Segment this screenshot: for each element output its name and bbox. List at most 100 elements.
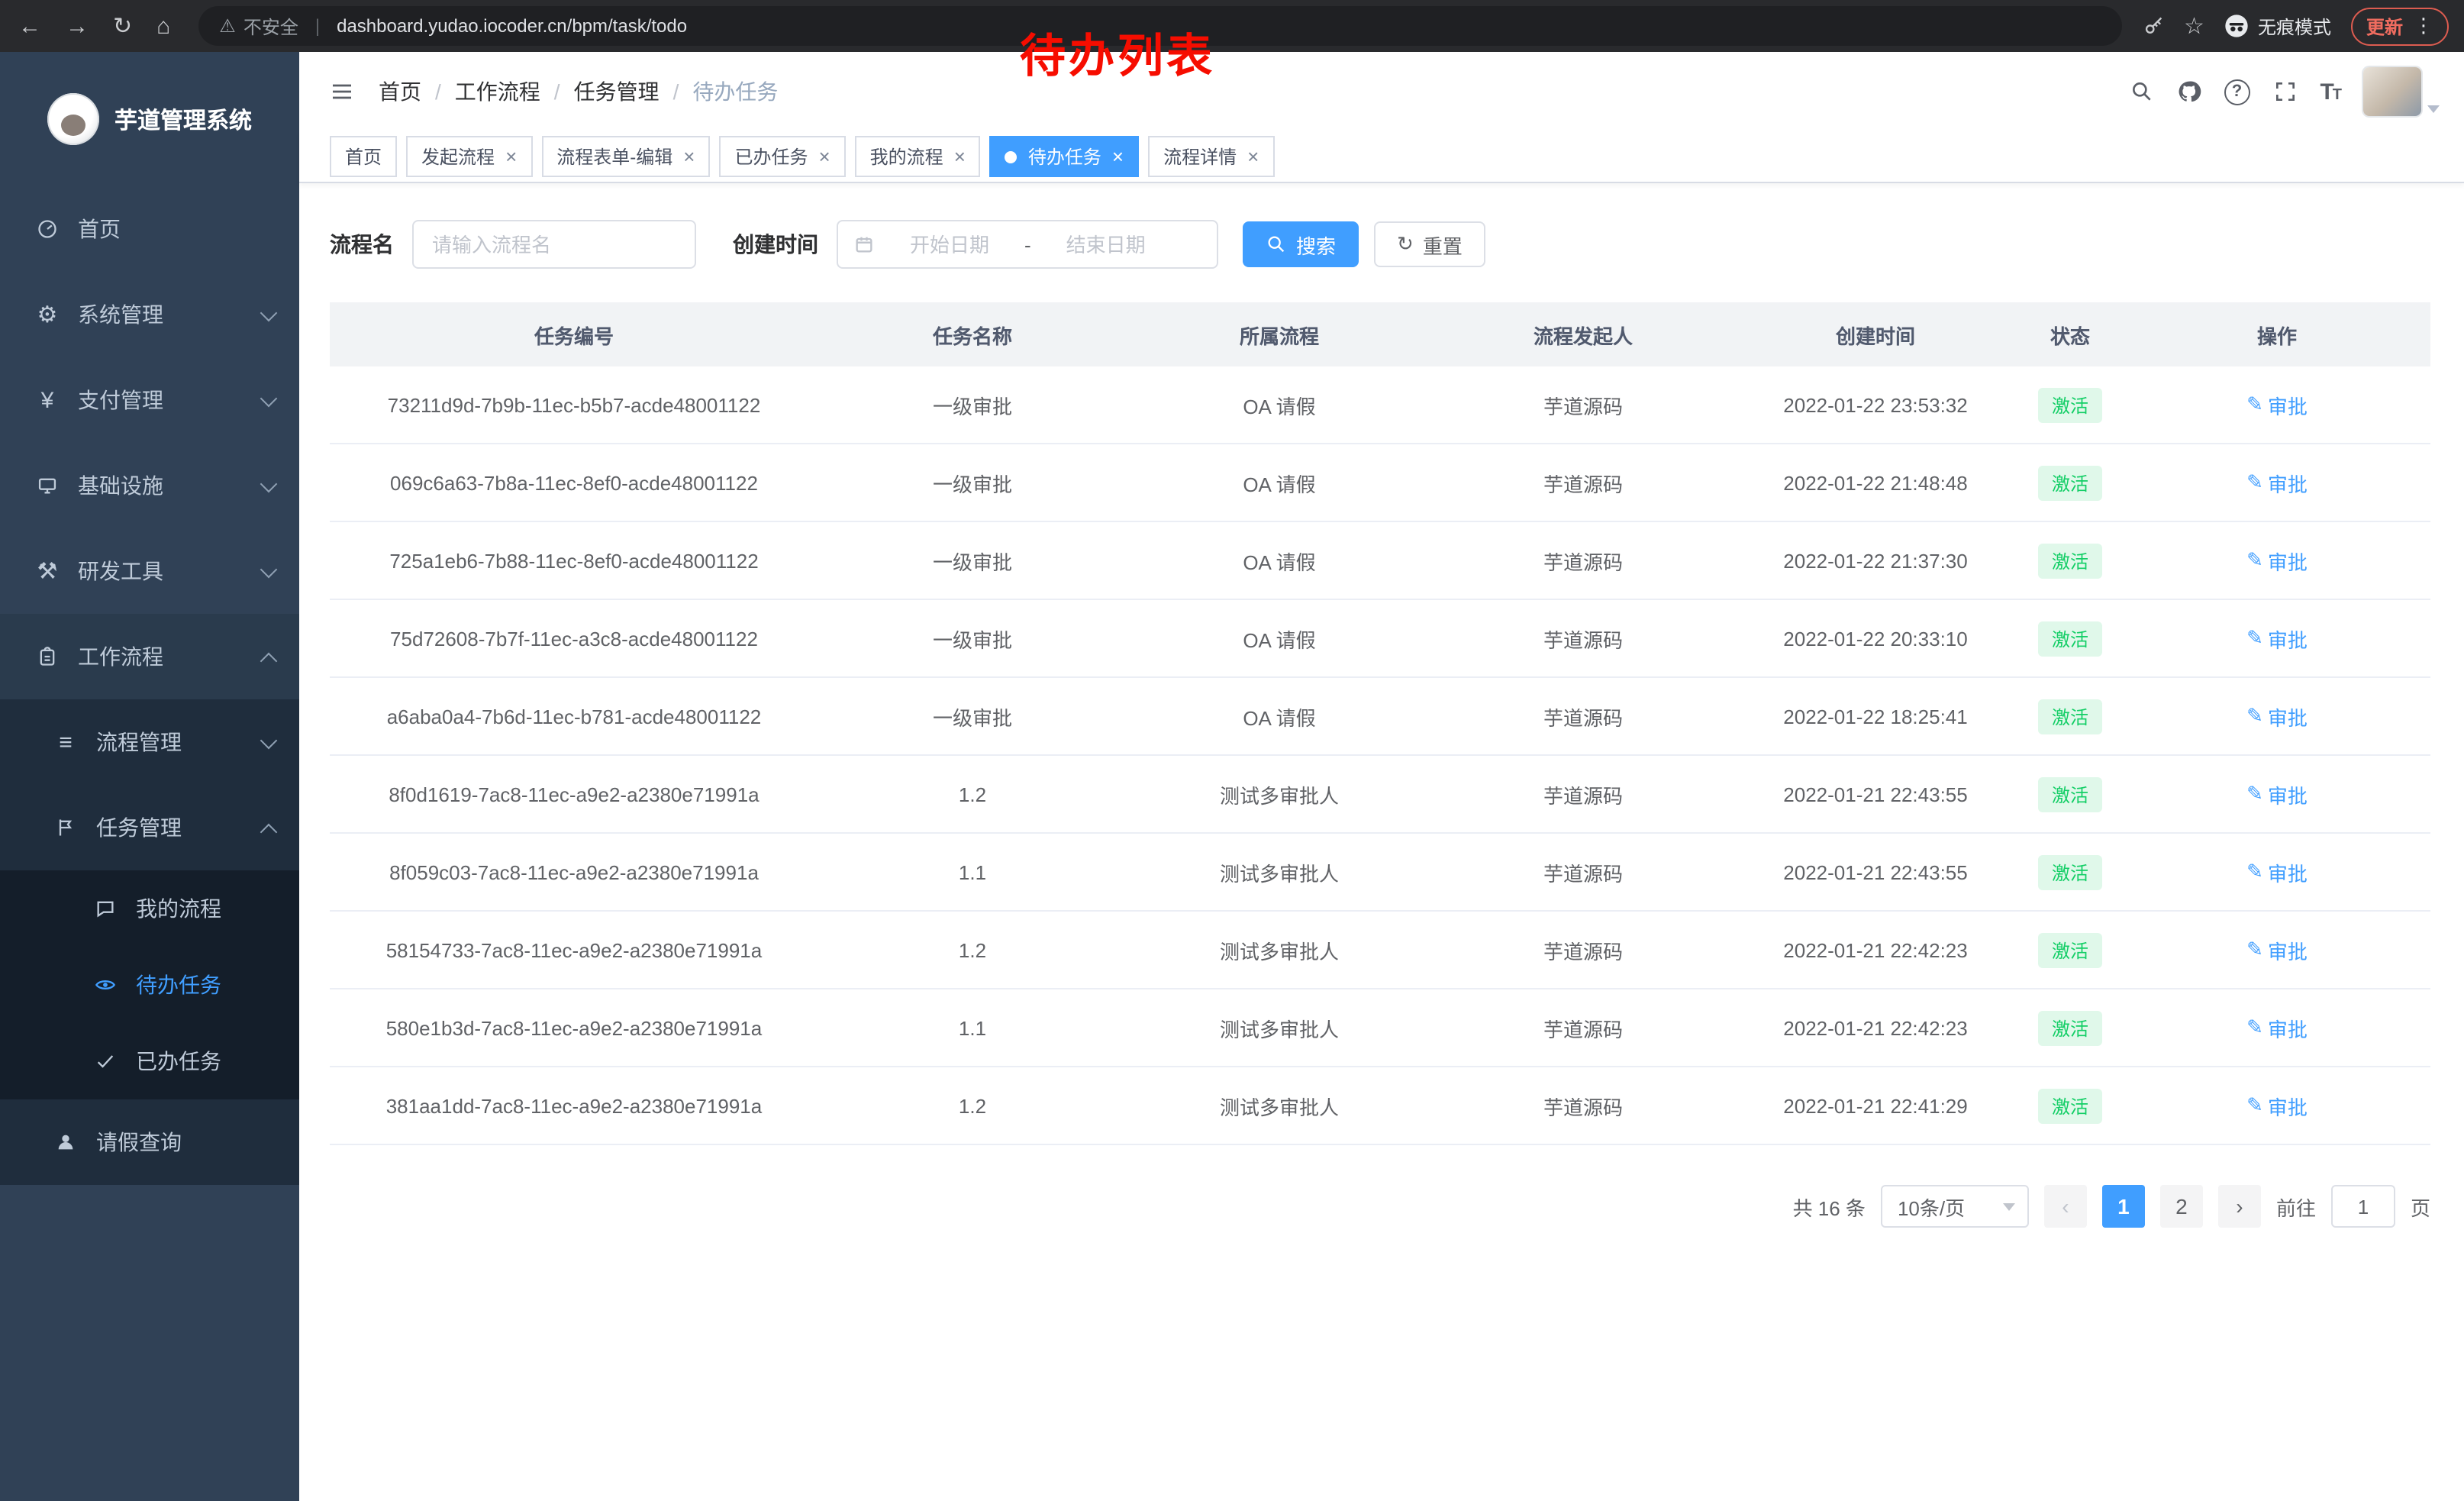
status-badge: 激活 [2038, 776, 2102, 812]
cell-process: 测试多审批人 [1127, 911, 1432, 989]
chrome-menu-icon[interactable]: ⋮ [2414, 14, 2433, 38]
sidebar-collapse-icon[interactable] [330, 79, 354, 104]
search-icon[interactable] [2129, 79, 2153, 104]
cell-task-id: 381aa1dd-7ac8-11ec-a9e2-a2380e71991a [330, 1067, 818, 1144]
search-button[interactable]: 搜索 [1243, 221, 1359, 267]
approve-link[interactable]: ✎ 审批 [2246, 1013, 2308, 1042]
tab-close-icon[interactable]: × [818, 147, 830, 166]
sidebar-item-todo-task[interactable]: 待办任务 [0, 947, 299, 1023]
status-badge: 激活 [2038, 465, 2102, 500]
approve-link[interactable]: ✎ 审批 [2246, 624, 2308, 653]
status-badge: 激活 [2038, 543, 2102, 578]
approve-link[interactable]: ✎ 审批 [2246, 1091, 2308, 1120]
sidebar-item-infra[interactable]: 基础设施 [0, 443, 299, 528]
approve-link[interactable]: ✎ 审批 [2246, 390, 2308, 419]
cell-task-name: 1.1 [818, 833, 1127, 911]
list-icon: ≡ [52, 729, 79, 755]
sidebar-item-devtools[interactable]: ⚒ 研发工具 [0, 528, 299, 614]
sidebar-item-workflow[interactable]: 工作流程 [0, 614, 299, 699]
chevron-down-icon [260, 731, 278, 749]
avatar[interactable] [2363, 67, 2421, 116]
filter-bar: 流程名 创建时间 - 搜索 [330, 220, 2430, 269]
app-logo[interactable]: 芋道管理系统 [0, 52, 299, 186]
browser-home-icon[interactable]: ⌂ [156, 13, 170, 39]
cell-create-time: 2022-01-22 23:53:32 [1734, 366, 2017, 444]
cell-task-id: a6aba0a4-7b6d-11ec-b781-acde48001122 [330, 677, 818, 755]
reset-button[interactable]: ↻ 重置 [1374, 221, 1485, 267]
url-text: dashboard.yudao.iocoder.cn/bpm/task/todo [337, 15, 687, 37]
prev-page-button[interactable]: ‹ [2044, 1185, 2087, 1228]
tab-close-icon[interactable]: × [1112, 147, 1124, 166]
chevron-down-icon [260, 304, 278, 321]
approve-link[interactable]: ✎ 审批 [2246, 935, 2308, 964]
user-menu[interactable] [2363, 67, 2440, 116]
tab-start-process[interactable]: 发起流程 × [406, 136, 532, 177]
cell-starter: 芋道源码 [1432, 989, 1734, 1067]
tab-home[interactable]: 首页 [330, 136, 397, 177]
chrome-update-button[interactable]: 更新 ⋮ [2351, 7, 2449, 45]
refresh-icon: ↻ [1397, 232, 1414, 257]
table-row: 381aa1dd-7ac8-11ec-a9e2-a2380e71991a 1.2… [330, 1067, 2430, 1144]
monitor-icon [34, 475, 61, 496]
cell-task-id: 8f059c03-7ac8-11ec-a9e2-a2380e71991a [330, 833, 818, 911]
browser-reload-icon[interactable]: ↻ [113, 12, 132, 40]
approve-link[interactable]: ✎ 审批 [2246, 780, 2308, 809]
eye-icon [92, 974, 119, 996]
cell-task-name: 一级审批 [818, 444, 1127, 521]
page-1-button[interactable]: 1 [2102, 1185, 2145, 1228]
cell-starter: 芋道源码 [1432, 911, 1734, 989]
key-icon[interactable] [2143, 15, 2164, 37]
help-icon[interactable]: ? [2224, 79, 2250, 105]
next-page-button[interactable]: › [2218, 1185, 2261, 1228]
cell-process: OA 请假 [1127, 521, 1432, 599]
process-name-input[interactable] [412, 220, 696, 269]
sidebar-item-payment[interactable]: ¥ 支付管理 [0, 357, 299, 443]
sidebar-item-done-task[interactable]: 已办任务 [0, 1023, 299, 1099]
fullscreen-icon[interactable] [2272, 79, 2297, 104]
tab-done-task[interactable]: 已办任务 × [719, 136, 845, 177]
font-size-icon[interactable]: TT [2320, 79, 2340, 105]
tab-process-detail[interactable]: 流程详情 × [1148, 136, 1274, 177]
sidebar-item-leave-query[interactable]: 请假查询 [0, 1099, 299, 1185]
approve-link[interactable]: ✎ 审批 [2246, 702, 2308, 731]
sidebar-item-task-management[interactable]: 任务管理 [0, 785, 299, 870]
yen-icon: ¥ [34, 387, 61, 413]
approve-link[interactable]: ✎ 审批 [2246, 857, 2308, 886]
cell-starter: 芋道源码 [1432, 521, 1734, 599]
bookmark-star-icon[interactable]: ☆ [2184, 12, 2204, 40]
tab-my-process[interactable]: 我的流程 × [855, 136, 981, 177]
approve-link[interactable]: ✎ 审批 [2246, 468, 2308, 497]
tab-close-icon[interactable]: × [505, 147, 517, 166]
chevron-up-icon [260, 823, 278, 841]
sidebar-item-home[interactable]: 首页 [0, 186, 299, 272]
browser-forward-icon[interactable]: → [66, 13, 89, 39]
tab-close-icon[interactable]: × [1247, 147, 1259, 166]
page-size-select[interactable]: 10条/页 [1881, 1185, 2029, 1228]
cell-process: OA 请假 [1127, 444, 1432, 521]
browser-back-icon[interactable]: ← [18, 13, 41, 39]
github-icon[interactable] [2176, 79, 2201, 104]
cell-task-id: 580e1b3d-7ac8-11ec-a9e2-a2380e71991a [330, 989, 818, 1067]
cell-starter: 芋道源码 [1432, 1067, 1734, 1144]
start-date-input[interactable] [881, 231, 1018, 257]
goto-page-input[interactable] [2331, 1185, 2395, 1228]
sidebar-item-system[interactable]: ⚙ 系统管理 [0, 272, 299, 357]
sidebar-item-my-process[interactable]: 我的流程 [0, 870, 299, 947]
page-suffix-label: 页 [2411, 1192, 2430, 1221]
table-row: a6aba0a4-7b6d-11ec-b781-acde48001122 一级审… [330, 677, 2430, 755]
tab-todo-task[interactable]: 待办任务 × [990, 136, 1139, 177]
breadcrumb: 首页 / 工作流程 / 任务管理 / 待办任务 [379, 76, 778, 107]
security-status[interactable]: ⚠ 不安全 [219, 13, 298, 39]
tab-close-icon[interactable]: × [954, 147, 966, 166]
end-date-input[interactable] [1037, 231, 1175, 257]
breadcrumb-workflow[interactable]: 工作流程 [455, 76, 540, 107]
date-range-picker[interactable]: - [837, 220, 1218, 269]
sidebar-item-process-management[interactable]: ≡ 流程管理 [0, 699, 299, 785]
page-2-button[interactable]: 2 [2160, 1185, 2203, 1228]
content-area: 流程名 创建时间 - 搜索 [299, 183, 2464, 1501]
tab-close-icon[interactable]: × [683, 147, 695, 166]
breadcrumb-task-management[interactable]: 任务管理 [574, 76, 660, 107]
approve-link[interactable]: ✎ 审批 [2246, 546, 2308, 575]
tab-process-form-edit[interactable]: 流程表单-编辑 × [541, 136, 710, 177]
breadcrumb-home[interactable]: 首页 [379, 76, 421, 107]
